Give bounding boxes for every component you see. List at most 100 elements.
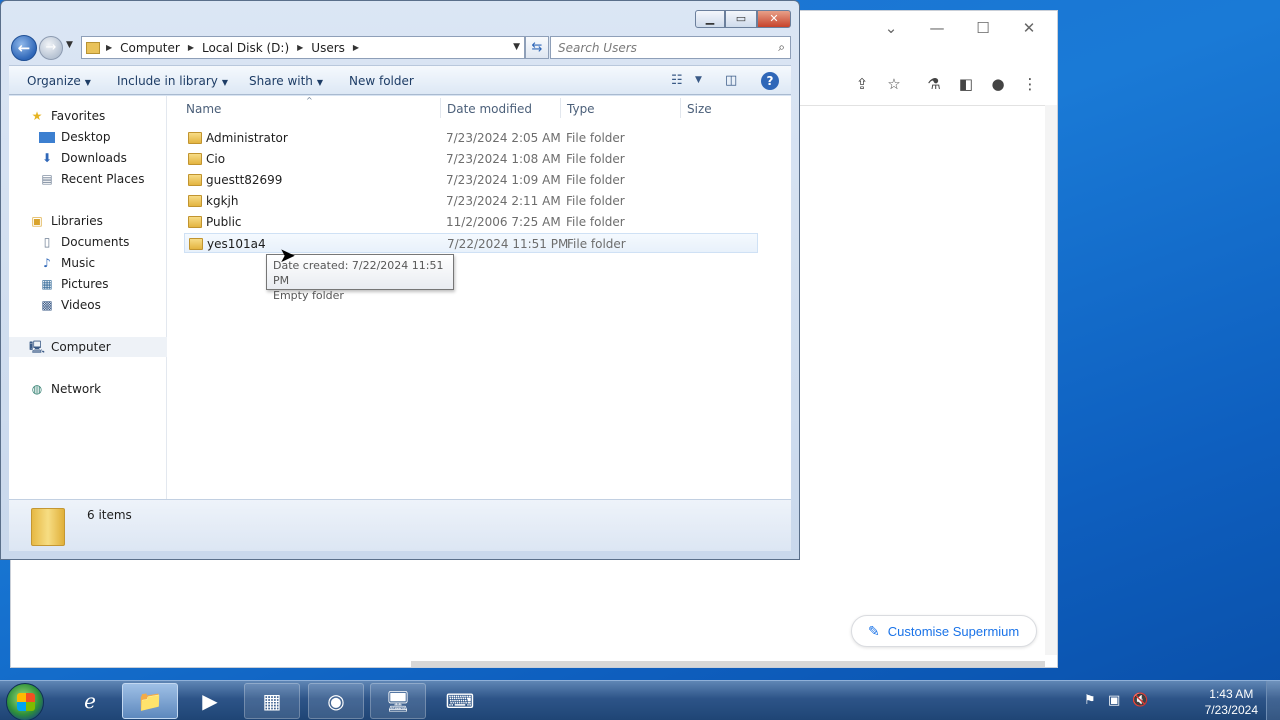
horizontal-scrollbar[interactable] bbox=[411, 661, 1045, 667]
column-divider[interactable] bbox=[560, 98, 561, 118]
column-date-modified[interactable]: Date modified bbox=[447, 102, 532, 116]
folder-icon bbox=[86, 41, 100, 54]
remote-desktop-icon[interactable]: 🖥 bbox=[370, 683, 426, 719]
action-center-flag-icon[interactable]: ⚑ bbox=[1084, 693, 1096, 708]
nav-favorites-label: Favorites bbox=[51, 109, 106, 123]
chevron-right-icon[interactable]: ▶ bbox=[188, 43, 194, 52]
breadcrumb-computer[interactable]: Computer bbox=[120, 41, 180, 55]
nav-documents[interactable]: ▯ Documents bbox=[9, 232, 167, 252]
file-type: File folder bbox=[566, 152, 625, 166]
menu-icon[interactable]: ⋮ bbox=[1019, 73, 1041, 95]
chevron-right-icon[interactable]: ▶ bbox=[297, 43, 303, 52]
nav-pictures[interactable]: ▦ Pictures bbox=[9, 274, 167, 294]
chevron-right-icon[interactable]: ▶ bbox=[353, 43, 359, 52]
share-with-button[interactable]: Share with ▼ bbox=[249, 74, 323, 88]
share-icon[interactable]: ⇪ bbox=[851, 73, 873, 95]
vertical-scrollbar[interactable] bbox=[1045, 105, 1057, 655]
close-icon[interactable]: ✕ bbox=[1017, 17, 1041, 39]
column-name[interactable]: Name bbox=[186, 102, 221, 116]
column-size[interactable]: Size bbox=[687, 102, 712, 116]
side-panel-icon[interactable]: ◧ bbox=[955, 73, 977, 95]
nav-music[interactable]: ♪ Music bbox=[9, 253, 167, 273]
nav-recent-places[interactable]: ▤ Recent Places bbox=[9, 169, 167, 189]
change-view-icon[interactable]: ☷ bbox=[671, 73, 683, 88]
file-row[interactable]: kgkjh 7/23/2024 2:11 AM File folder bbox=[184, 191, 758, 211]
command-bar: Organize ▼ Include in library ▼ Share with… bbox=[9, 65, 791, 95]
system-tray: ⚑ ▣ 🔇 1:43 AM 7/23/2024 bbox=[1084, 681, 1280, 720]
volume-muted-icon[interactable]: 🔇 bbox=[1132, 693, 1148, 708]
file-row[interactable]: Public 11/2/2006 7:25 AM File folder bbox=[184, 212, 758, 232]
network-tool-icon[interactable]: ⌨ bbox=[432, 683, 488, 719]
pictures-icon: ▦ bbox=[41, 277, 53, 291]
file-list: ^ Name Date modified Type Size Administr… bbox=[168, 96, 791, 499]
bookmark-star-icon[interactable]: ☆ bbox=[883, 73, 905, 95]
chevron-right-icon[interactable]: ▶ bbox=[106, 43, 112, 52]
media-player-icon[interactable]: ▶ bbox=[182, 683, 238, 719]
folder-icon bbox=[31, 508, 65, 546]
help-icon[interactable]: ? bbox=[761, 72, 779, 90]
mouse-cursor-icon: ➤ bbox=[279, 243, 296, 267]
customise-label: Customise Supermium bbox=[887, 623, 1020, 639]
address-dropdown[interactable]: ▼ bbox=[513, 42, 520, 52]
column-divider[interactable] bbox=[440, 98, 441, 118]
maximize-icon[interactable]: ☐ bbox=[971, 17, 995, 39]
nav-favorites[interactable]: ★ Favorites bbox=[9, 106, 167, 126]
file-row[interactable]: Administrator 7/23/2024 2:05 AM File fol… bbox=[184, 128, 758, 148]
search-icon[interactable]: ⌕ bbox=[778, 40, 785, 55]
column-type[interactable]: Type bbox=[567, 102, 595, 116]
refresh-button[interactable]: ⇆ bbox=[525, 36, 549, 59]
nav-network[interactable]: ◍ Network bbox=[9, 379, 167, 399]
tab-search-icon[interactable]: ⌄ bbox=[879, 17, 903, 39]
file-name: Administrator bbox=[206, 131, 288, 145]
organize-button[interactable]: Organize ▼ bbox=[27, 74, 91, 88]
forward-button[interactable]: → bbox=[39, 36, 63, 60]
folder-icon bbox=[188, 132, 202, 144]
new-folder-button[interactable]: New folder bbox=[349, 74, 414, 88]
download-icon: ⬇ bbox=[41, 151, 53, 165]
details-pane: 6 items bbox=[9, 499, 791, 551]
organize-label: Organize bbox=[27, 74, 81, 88]
start-button[interactable] bbox=[6, 683, 44, 720]
internet-explorer-icon[interactable]: ℯ bbox=[62, 683, 118, 719]
nav-network-label: Network bbox=[51, 382, 102, 396]
browser-app-icon[interactable]: ◉ bbox=[308, 683, 364, 719]
file-row[interactable]: guestt82699 7/23/2024 1:09 AM File folde… bbox=[184, 170, 758, 190]
show-desktop-button[interactable] bbox=[1266, 681, 1280, 720]
file-row[interactable]: Cio 7/23/2024 1:08 AM File folder bbox=[184, 149, 758, 169]
view-dropdown-icon[interactable]: ▼ bbox=[695, 75, 702, 85]
profile-icon[interactable]: ● bbox=[987, 73, 1009, 95]
pencil-icon: ✎ bbox=[868, 622, 880, 639]
search-input[interactable]: Search Users ⌕ bbox=[550, 36, 791, 59]
preview-pane-icon[interactable]: ◫ bbox=[725, 73, 737, 88]
file-date: 7/23/2024 2:11 AM bbox=[446, 194, 561, 208]
nav-desktop[interactable]: Desktop bbox=[9, 127, 167, 147]
include-in-library-button[interactable]: Include in library ▼ bbox=[117, 74, 228, 88]
nav-libraries[interactable]: ▣ Libraries bbox=[9, 211, 167, 231]
network-status-icon[interactable]: ▣ bbox=[1108, 693, 1120, 708]
customise-button[interactable]: ✎ Customise Supermium bbox=[851, 615, 1037, 647]
minimize-button[interactable]: ▁ bbox=[695, 10, 725, 28]
music-note-icon: ♪ bbox=[43, 256, 51, 270]
nav-desktop-label: Desktop bbox=[61, 130, 111, 144]
breadcrumb-local-disk[interactable]: Local Disk (D:) bbox=[202, 41, 289, 55]
clock-time: 1:43 AM bbox=[1209, 687, 1254, 701]
address-bar[interactable]: ▶ Computer ▶ Local Disk (D:) ▶ Users ▶ ▼ bbox=[81, 36, 525, 59]
clock[interactable]: 1:43 AM 7/23/2024 bbox=[1205, 686, 1258, 718]
recent-pages-dropdown[interactable]: ▼ bbox=[66, 40, 73, 50]
column-divider[interactable] bbox=[680, 98, 681, 118]
sort-caret-icon: ^ bbox=[306, 96, 313, 105]
nav-downloads[interactable]: ⬇ Downloads bbox=[9, 148, 167, 168]
file-row[interactable]: yes101a4 7/22/2024 11:51 PM File folder bbox=[184, 233, 758, 253]
minimize-icon[interactable]: — bbox=[925, 17, 949, 39]
nav-videos[interactable]: ▩ Videos bbox=[9, 295, 167, 315]
extensions-icon[interactable]: ⚗ bbox=[923, 73, 945, 95]
windows-explorer-icon[interactable]: 📁 bbox=[122, 683, 178, 719]
back-button[interactable]: ← bbox=[11, 35, 37, 61]
star-icon: ★ bbox=[31, 109, 43, 123]
nav-pictures-label: Pictures bbox=[61, 277, 109, 291]
control-panel-icon[interactable]: ▦ bbox=[244, 683, 300, 719]
maximize-button[interactable]: ▭ bbox=[725, 10, 757, 28]
nav-computer[interactable]: 🖳 Computer bbox=[9, 337, 167, 357]
breadcrumb-users[interactable]: Users bbox=[311, 41, 345, 55]
close-button[interactable]: ✕ bbox=[757, 10, 791, 28]
